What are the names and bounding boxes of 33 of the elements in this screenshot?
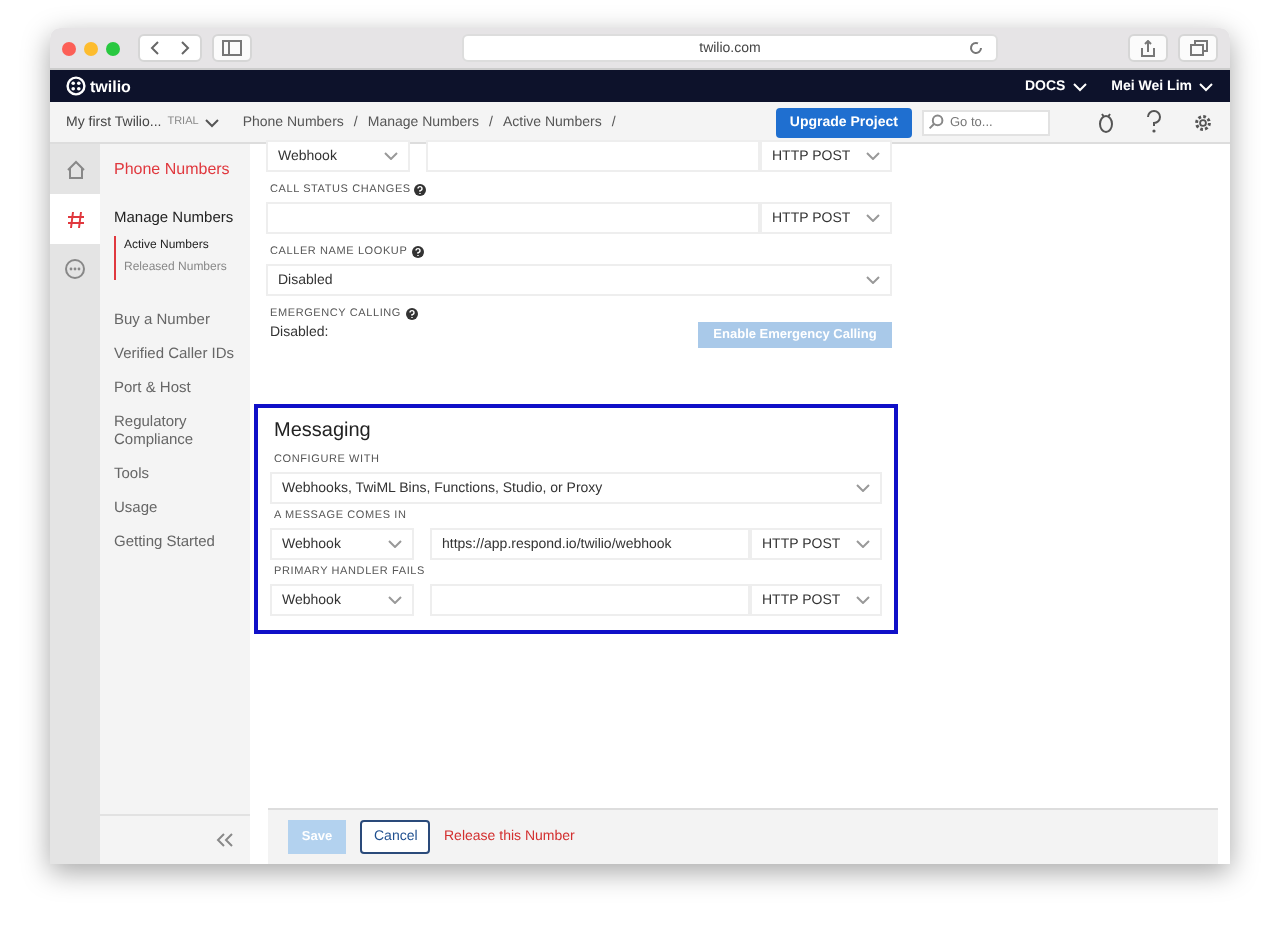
caret-icon	[856, 484, 870, 492]
twilio-logo[interactable]: twilio	[66, 76, 131, 96]
share-icon[interactable]	[1128, 34, 1168, 62]
caret-icon	[384, 152, 398, 160]
settings-icon[interactable]	[1192, 111, 1214, 133]
caret-icon	[866, 276, 880, 284]
more-icon	[64, 258, 86, 280]
caret-icon	[1071, 81, 1088, 91]
search-icon	[928, 114, 944, 130]
section-title: Messaging	[274, 420, 373, 442]
sidebar-toggle-icon[interactable]	[212, 34, 252, 62]
reload-icon[interactable]	[968, 40, 984, 56]
url-field[interactable]	[426, 140, 760, 172]
help-icon[interactable]	[1146, 110, 1162, 134]
caret-icon	[856, 540, 870, 548]
numbers-nav-item[interactable]	[50, 194, 100, 244]
help-icon[interactable]	[411, 246, 424, 258]
help-icon[interactable]	[414, 184, 427, 196]
close-window-icon[interactable]	[62, 41, 76, 55]
sidebar-title[interactable]: Phone Numbers	[100, 160, 250, 202]
caret-icon	[866, 214, 880, 222]
caret-icon	[388, 596, 402, 604]
caret-icon	[856, 596, 870, 604]
back-forward-buttons[interactable]	[138, 34, 202, 62]
caret-icon	[1198, 81, 1214, 91]
tabs-icon[interactable]	[1178, 34, 1218, 62]
home-icon	[65, 159, 85, 179]
collapse-icon[interactable]	[216, 832, 234, 848]
caret-icon	[204, 117, 221, 127]
caret-icon	[866, 152, 880, 160]
caret-icon	[388, 540, 402, 548]
hash-icon	[65, 209, 85, 229]
bug-icon[interactable]	[1096, 110, 1116, 134]
